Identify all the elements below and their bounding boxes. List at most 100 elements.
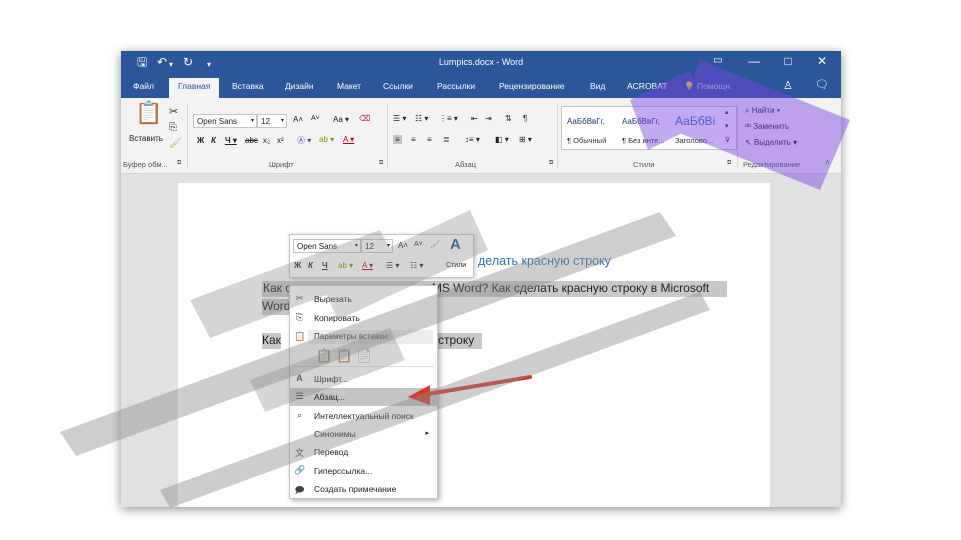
document-line-3-end[interactable]: строку: [438, 333, 482, 349]
document-line-3-start[interactable]: Как: [262, 333, 281, 349]
comments-icon[interactable]: 🗨: [815, 78, 829, 91]
tab-view[interactable]: Вид: [590, 81, 605, 91]
italic-icon[interactable]: К: [211, 136, 216, 145]
tab-design[interactable]: Дизайн: [285, 81, 314, 91]
tab-insert[interactable]: Вставка: [232, 81, 264, 91]
underline-icon[interactable]: Ч: [322, 261, 328, 270]
tab-mailings[interactable]: Рассылки: [437, 81, 475, 91]
paste-merge-formatting-icon[interactable]: 📋: [336, 348, 352, 364]
bullets-icon[interactable]: ☰ ▾: [386, 261, 399, 270]
increase-indent-icon[interactable]: ⇥: [485, 114, 492, 123]
menu-item-hyperlink[interactable]: 🔗 Гиперссылка...: [290, 462, 437, 480]
font-size-box[interactable]: 12 ▾: [257, 114, 287, 128]
font-name-box[interactable]: Open Sans ▾: [193, 114, 257, 128]
ribbon-options-icon[interactable]: ▭: [711, 54, 725, 68]
select-button[interactable]: ↖ Выделить ▾: [745, 138, 797, 147]
font-color-icon[interactable]: A ▾: [343, 135, 354, 144]
menu-item-label: Перевод: [314, 447, 349, 457]
shrink-font-icon[interactable]: A˅: [414, 241, 423, 248]
collapse-ribbon-icon[interactable]: ˄: [825, 158, 830, 167]
format-painter-icon[interactable]: 🖌: [169, 138, 182, 149]
maximize-button[interactable]: □: [781, 54, 795, 68]
tab-home[interactable]: Главная: [169, 78, 220, 98]
clear-formatting-icon[interactable]: ⌫: [359, 114, 370, 123]
dialog-launcher-icon[interactable]: ⧉: [177, 160, 181, 167]
numbering-icon[interactable]: ☷ ▾: [415, 114, 428, 123]
styles-scroll-down-icon[interactable]: ▾: [725, 122, 729, 130]
mini-font-size[interactable]: 12 ▾: [361, 239, 393, 253]
italic-icon[interactable]: К: [308, 261, 313, 270]
find-button[interactable]: ⌕ Найти ▾: [745, 106, 780, 116]
paste-button[interactable]: Вставить: [129, 134, 163, 143]
menu-item-synonyms[interactable]: Синонимы ▸: [290, 425, 437, 443]
document-line-2[interactable]: Word: [262, 299, 293, 315]
menu-item-translate[interactable]: 文 Перевод: [290, 443, 437, 461]
text-effects-icon[interactable]: Ⓐ ▾: [297, 135, 311, 146]
menu-item-copy[interactable]: ⎘ Копировать: [290, 309, 437, 327]
paste-text-only-icon[interactable]: 📄: [356, 348, 372, 364]
styles-gallery[interactable]: АаБбВвГг, АаБбВвГг, АаБбВі ¶ Обычный ¶ Б…: [561, 106, 737, 150]
paste-icon[interactable]: 📋: [135, 100, 162, 126]
account-icon[interactable]: ♙: [783, 79, 793, 92]
mini-font-name[interactable]: Open Sans ▾: [293, 239, 361, 253]
close-button[interactable]: ✕: [815, 54, 829, 68]
highlight-icon[interactable]: ab ▾: [338, 261, 353, 270]
justify-icon[interactable]: ≣: [443, 135, 450, 144]
sort-icon[interactable]: ⇅: [505, 114, 512, 123]
comment-icon: 🗩: [294, 485, 305, 495]
styles-icon[interactable]: A: [450, 236, 461, 253]
grow-font-icon[interactable]: A˄: [398, 241, 408, 250]
numbering-icon[interactable]: ☷ ▾: [410, 261, 423, 270]
tab-review[interactable]: Рецензирование: [499, 81, 565, 91]
align-left-icon[interactable]: ≡: [393, 135, 402, 144]
style-preview-normal[interactable]: АаБбВвГг,: [567, 117, 605, 126]
tell-me-box[interactable]: Помощн: [697, 81, 730, 91]
replace-button[interactable]: ᵃᵇ Заменить: [745, 122, 789, 131]
shrink-font-icon[interactable]: A˅: [311, 115, 320, 122]
underline-icon[interactable]: Ч ▾: [225, 136, 237, 145]
dialog-launcher-icon[interactable]: ⧉: [727, 160, 731, 167]
shading-icon[interactable]: ◧ ▾: [495, 135, 509, 144]
dialog-launcher-icon[interactable]: ⧉: [379, 160, 383, 167]
format-painter-icon[interactable]: 🖌: [430, 240, 440, 249]
style-preview-no-spacing[interactable]: АаБбВвГг,: [622, 117, 660, 126]
ribbon: 📋 Вставить ✂ ⎘ 🖌 Буфер обм... ⧉ Open San…: [121, 98, 841, 174]
dialog-launcher-icon[interactable]: ⧉: [549, 160, 553, 167]
tab-layout[interactable]: Макет: [337, 81, 361, 91]
decrease-indent-icon[interactable]: ⇤: [471, 114, 478, 123]
styles-more-icon[interactable]: ⊽: [725, 136, 730, 144]
document-heading[interactable]: делать красную строку: [478, 254, 611, 268]
highlight-icon[interactable]: ab ▾: [319, 135, 334, 144]
change-case-icon[interactable]: Aa ▾: [333, 115, 349, 124]
cut-icon[interactable]: ✂: [169, 105, 178, 118]
line-spacing-icon[interactable]: ↕≡ ▾: [465, 135, 480, 144]
mini-styles-label[interactable]: Стили: [446, 262, 466, 269]
tab-file[interactable]: Файл: [133, 81, 154, 91]
menu-item-paste-options: 📋 Параметры вставки:: [290, 328, 437, 346]
menu-item-new-comment[interactable]: 🗩 Создать примечание: [290, 480, 437, 498]
align-right-icon[interactable]: ≡: [427, 135, 432, 144]
bullets-icon[interactable]: ☰ ▾: [393, 114, 406, 123]
annotation-arrow-icon: [408, 375, 532, 405]
title-bar: 🖫 ↶ ▾ ↻ ▾ Lumpics.docx - Word ▭ — □ ✕: [121, 51, 841, 75]
multilevel-list-icon[interactable]: ⋮≡ ▾: [439, 114, 458, 123]
strikethrough-icon[interactable]: abc: [245, 136, 258, 145]
minimize-button[interactable]: —: [747, 54, 761, 68]
tab-acrobat[interactable]: ACROBAT: [627, 81, 667, 91]
subscript-icon[interactable]: x₂: [263, 136, 270, 145]
menu-item-smart-lookup[interactable]: ⌕ Интеллектуальный поиск: [290, 407, 437, 425]
borders-icon[interactable]: ⊞ ▾: [519, 135, 532, 144]
bold-icon[interactable]: Ж: [197, 136, 204, 145]
styles-scroll-up-icon[interactable]: ▴: [725, 108, 729, 116]
style-preview-heading[interactable]: АаБбВі: [675, 114, 715, 128]
align-center-icon[interactable]: ≡: [411, 135, 416, 144]
bold-icon[interactable]: Ж: [294, 261, 301, 270]
copy-icon[interactable]: ⎘: [169, 122, 177, 133]
paste-keep-formatting-icon[interactable]: 📋: [316, 348, 332, 364]
superscript-icon[interactable]: x²: [277, 136, 284, 145]
menu-item-cut[interactable]: ✂ Вырезать: [290, 290, 437, 308]
show-marks-icon[interactable]: ¶: [523, 114, 527, 123]
font-color-icon[interactable]: A ▾: [362, 261, 373, 270]
grow-font-icon[interactable]: A˄: [293, 115, 303, 124]
tab-references[interactable]: Ссылки: [383, 81, 413, 91]
